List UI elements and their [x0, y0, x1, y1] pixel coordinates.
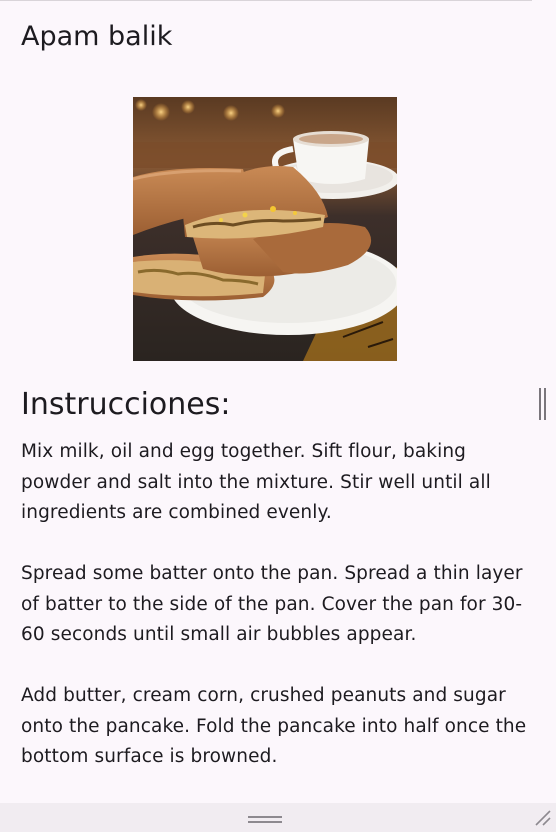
instruction-step: Mix milk, oil and egg together. Sift flo… [21, 441, 491, 523]
bottom-sheet-bar [0, 803, 556, 832]
recipe-photo [133, 97, 397, 361]
instruction-step: Add butter, cream corn, crushed peanuts … [21, 685, 527, 767]
top-divider [0, 0, 532, 1]
recipe-title: Apam balik [21, 21, 173, 52]
resize-grip-icon[interactable] [534, 809, 552, 827]
drag-handle-icon[interactable] [248, 815, 282, 823]
scrollbar-thumb-icon[interactable] [538, 388, 547, 420]
instructions-body: Mix milk, oil and egg together. Sift flo… [21, 437, 531, 803]
instruction-step: Spread some batter onto the pan. Spread … [21, 563, 523, 645]
instructions-heading: Instrucciones: [21, 387, 231, 422]
